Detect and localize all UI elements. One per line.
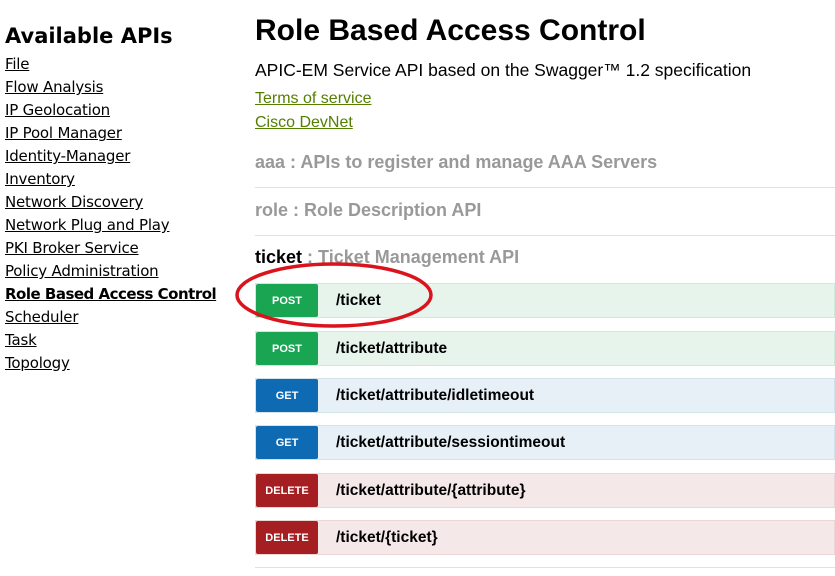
sidebar-link-policy-administration[interactable]: Policy Administration [5, 262, 159, 280]
sidebar-link-scheduler[interactable]: Scheduler [5, 308, 78, 326]
sidebar-item-ip-pool-manager: IP Pool Manager [5, 122, 235, 145]
resource-separator: : [285, 152, 301, 172]
operation-path[interactable]: /ticket/{ticket} [336, 521, 438, 554]
method-badge[interactable]: POST [256, 332, 318, 365]
sidebar-link-pki-broker-service[interactable]: PKI Broker Service [5, 239, 139, 257]
operation-path[interactable]: /ticket/attribute/{attribute} [336, 474, 525, 507]
method-badge[interactable]: POST [256, 284, 318, 317]
sidebar-link-task[interactable]: Task [5, 331, 37, 349]
sidebar-item-inventory: Inventory [5, 168, 235, 191]
resource-group-title[interactable]: ticket : Ticket Management API [255, 247, 519, 268]
operation-post-ticket[interactable]: POST /ticket [255, 283, 835, 318]
resource-separator: : [288, 200, 305, 220]
sidebar-link-identity-manager[interactable]: Identity-Manager [5, 147, 130, 165]
sidebar-item-policy-administration: Policy Administration [5, 260, 235, 283]
sidebar-link-inventory[interactable]: Inventory [5, 170, 75, 188]
resource-group-ticket[interactable]: ticket : Ticket Management API [255, 236, 835, 284]
resource-description: Role Description API [304, 200, 482, 220]
sidebar-item-ip-geolocation: IP Geolocation [5, 99, 235, 122]
cisco-devnet-link[interactable]: Cisco DevNet [255, 114, 353, 132]
sidebar-item-network-plug-and-play: Network Plug and Play [5, 214, 235, 237]
page-subtitle: APIC-EM Service API based on the Swagger… [255, 60, 752, 80]
resource-name[interactable]: aaa [255, 152, 285, 172]
sidebar-item-network-discovery: Network Discovery [5, 191, 235, 214]
sidebar-item-pki-broker-service: PKI Broker Service [5, 237, 235, 260]
resource-group-title[interactable]: aaa : APIs to register and manage AAA Se… [255, 152, 657, 173]
resource-separator: : [302, 247, 319, 267]
sidebar-item-role-based-access-control: Role Based Access Control [5, 283, 235, 306]
sidebar-item-task: Task [5, 329, 235, 352]
sidebar-item-file: File [5, 53, 235, 76]
sidebar-item-scheduler: Scheduler [5, 306, 235, 329]
resource-group-role[interactable]: role : Role Description API [255, 188, 835, 236]
resource-group-aaa[interactable]: aaa : APIs to register and manage AAA Se… [255, 140, 835, 188]
operation-delete-ticket[interactable]: DELETE /ticket/{ticket} [255, 520, 835, 555]
terms-of-service-link[interactable]: Terms of service [255, 90, 371, 108]
resource-name[interactable]: role [255, 200, 288, 220]
method-badge[interactable]: GET [256, 426, 318, 459]
resource-description: Ticket Management API [318, 247, 520, 267]
resource-name[interactable]: ticket [255, 247, 302, 267]
sidebar-item-flow-analysis: Flow Analysis [5, 76, 235, 99]
sidebar-item-identity-manager: Identity-Manager [5, 145, 235, 168]
sidebar-link-topology[interactable]: Topology [5, 354, 70, 372]
sidebar-link-ip-pool-manager[interactable]: IP Pool Manager [5, 124, 122, 142]
operation-get-sessiontimeout[interactable]: GET /ticket/attribute/sessiontimeout [255, 425, 835, 460]
operation-post-ticket-attribute[interactable]: POST /ticket/attribute [255, 331, 835, 366]
method-badge[interactable]: GET [256, 379, 318, 412]
sidebar-link-ip-geolocation[interactable]: IP Geolocation [5, 101, 110, 119]
resource-description: APIs to register and manage AAA Servers [300, 152, 658, 172]
list-divider [255, 567, 835, 568]
sidebar-link-network-plug-and-play[interactable]: Network Plug and Play [5, 216, 170, 234]
operation-get-idletimeout[interactable]: GET /ticket/attribute/idletimeout [255, 378, 835, 413]
operation-path[interactable]: /ticket/attribute [336, 332, 447, 365]
sidebar-item-topology: Topology [5, 352, 235, 375]
resource-group-title[interactable]: role : Role Description API [255, 200, 481, 221]
sidebar-link-flow-analysis[interactable]: Flow Analysis [5, 78, 103, 96]
sidebar-link-role-based-access-control[interactable]: Role Based Access Control [5, 285, 217, 303]
method-badge[interactable]: DELETE [256, 474, 318, 507]
api-list: File Flow Analysis IP Geolocation IP Poo… [5, 53, 235, 375]
page-title: Role Based Access Control [255, 14, 646, 47]
method-badge[interactable]: DELETE [256, 521, 318, 554]
sidebar-link-network-discovery[interactable]: Network Discovery [5, 193, 143, 211]
sidebar-heading: Available APIs [5, 24, 173, 48]
operation-path[interactable]: /ticket/attribute/idletimeout [336, 379, 534, 412]
sidebar-link-file[interactable]: File [5, 55, 30, 73]
operation-path[interactable]: /ticket/attribute/sessiontimeout [336, 426, 565, 459]
operation-path[interactable]: /ticket [336, 284, 381, 317]
api-sidebar: Available APIs File Flow Analysis IP Geo… [5, 22, 235, 375]
operation-delete-attribute[interactable]: DELETE /ticket/attribute/{attribute} [255, 473, 835, 508]
